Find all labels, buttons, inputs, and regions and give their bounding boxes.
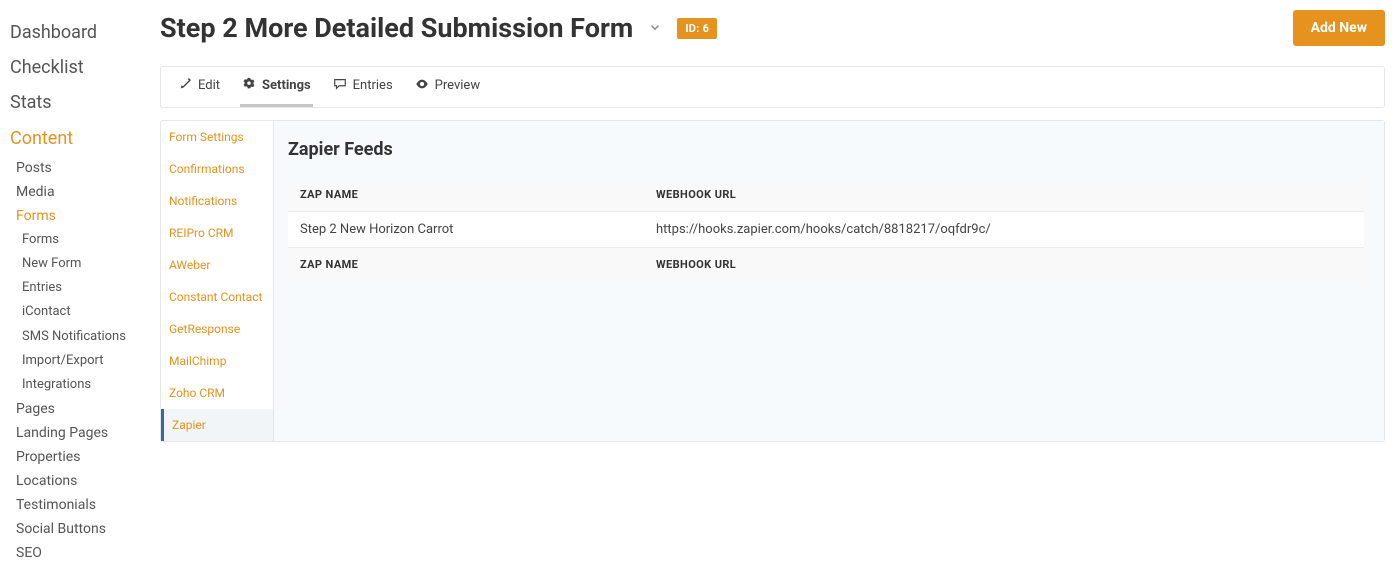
- nav-landing-pages[interactable]: Landing Pages: [10, 421, 150, 445]
- settings-item-reipro-crm[interactable]: REIPro CRM: [161, 217, 273, 249]
- content-title: Zapier Feeds: [288, 139, 1364, 160]
- nav-forms-icontact[interactable]: iContact: [10, 300, 150, 324]
- settings-item-notifications[interactable]: Notifications: [161, 185, 273, 217]
- col-footer-webhook-url: WEBHOOK URL: [644, 248, 1364, 282]
- gears-icon: [242, 77, 256, 95]
- nav-stats[interactable]: Stats: [10, 85, 150, 120]
- tabs: Edit Settings Entries Preview: [161, 67, 1384, 107]
- nav-posts[interactable]: Posts: [10, 156, 150, 180]
- add-new-button[interactable]: Add New: [1293, 10, 1385, 46]
- col-footer-zap-name: ZAP NAME: [288, 248, 644, 282]
- cell-zap-name: Step 2 New Horizon Carrot: [288, 212, 644, 248]
- tab-settings-label: Settings: [262, 78, 311, 93]
- pencil-icon: [179, 77, 192, 94]
- chat-icon: [333, 77, 347, 95]
- nav-locations[interactable]: Locations: [10, 469, 150, 493]
- tab-preview[interactable]: Preview: [413, 67, 482, 107]
- tab-entries-label: Entries: [353, 78, 393, 93]
- settings-item-aweber[interactable]: AWeber: [161, 249, 273, 281]
- settings-side-nav: Form Settings Confirmations Notification…: [161, 121, 274, 441]
- header-row: Step 2 More Detailed Submission Form ID:…: [160, 10, 1385, 46]
- settings-item-zapier[interactable]: Zapier: [161, 409, 273, 441]
- col-header-zap-name: ZAP NAME: [288, 178, 644, 212]
- nav-forms-import-export[interactable]: Import/Export: [10, 349, 150, 373]
- settings-item-zoho-crm[interactable]: Zoho CRM: [161, 377, 273, 409]
- tab-edit-label: Edit: [198, 78, 220, 93]
- eye-icon: [415, 77, 429, 95]
- tabs-panel: Edit Settings Entries Preview: [160, 66, 1385, 108]
- settings-item-form-settings[interactable]: Form Settings: [161, 121, 273, 153]
- nav-pages[interactable]: Pages: [10, 397, 150, 421]
- nav-forms-integrations[interactable]: Integrations: [10, 373, 150, 397]
- nav-testimonials[interactable]: Testimonials: [10, 493, 150, 517]
- table-row[interactable]: Step 2 New Horizon Carrot https://hooks.…: [288, 212, 1364, 248]
- zapier-table: ZAP NAME WEBHOOK URL Step 2 New Horizon …: [288, 178, 1364, 281]
- settings-item-getresponse[interactable]: GetResponse: [161, 313, 273, 345]
- nav-forms-forms[interactable]: Forms: [10, 228, 150, 252]
- nav-forms-entries[interactable]: Entries: [10, 276, 150, 300]
- chevron-down-icon[interactable]: [648, 18, 662, 39]
- cell-webhook-url: https://hooks.zapier.com/hooks/catch/881…: [644, 212, 1364, 248]
- nav-forms[interactable]: Forms: [10, 204, 150, 228]
- settings-item-confirmations[interactable]: Confirmations: [161, 153, 273, 185]
- nav-content[interactable]: Content: [10, 121, 150, 156]
- page-title: Step 2 More Detailed Submission Form: [160, 12, 633, 44]
- id-badge: ID: 6: [677, 18, 717, 39]
- tab-settings[interactable]: Settings: [240, 67, 313, 107]
- content-area: Zapier Feeds ZAP NAME WEBHOOK URL Step 2…: [274, 121, 1384, 441]
- nav-properties[interactable]: Properties: [10, 445, 150, 469]
- tab-edit[interactable]: Edit: [177, 67, 222, 107]
- tab-preview-label: Preview: [435, 78, 480, 93]
- col-header-webhook-url: WEBHOOK URL: [644, 178, 1364, 212]
- nav-media[interactable]: Media: [10, 180, 150, 204]
- zapier-table-wrap: ZAP NAME WEBHOOK URL Step 2 New Horizon …: [288, 178, 1364, 281]
- nav-social-buttons[interactable]: Social Buttons: [10, 517, 150, 541]
- settings-item-constant-contact[interactable]: Constant Contact: [161, 281, 273, 313]
- nav-forms-new-form[interactable]: New Form: [10, 252, 150, 276]
- nav-dashboard[interactable]: Dashboard: [10, 15, 150, 50]
- nav-checklist[interactable]: Checklist: [10, 50, 150, 85]
- settings-body: Form Settings Confirmations Notification…: [160, 120, 1385, 442]
- nav-forms-sms-notifications[interactable]: SMS Notifications: [10, 325, 150, 349]
- left-nav: Dashboard Checklist Stats Content Posts …: [0, 0, 150, 506]
- tab-entries[interactable]: Entries: [331, 67, 395, 107]
- main: Step 2 More Detailed Submission Form ID:…: [150, 0, 1400, 506]
- settings-item-mailchimp[interactable]: MailChimp: [161, 345, 273, 377]
- nav-seo[interactable]: SEO: [10, 541, 150, 565]
